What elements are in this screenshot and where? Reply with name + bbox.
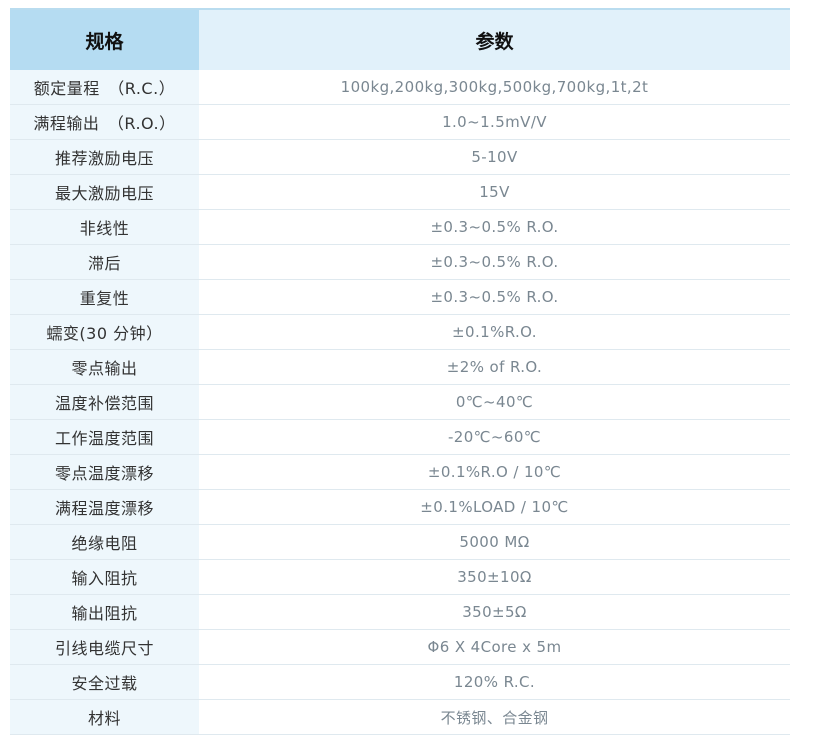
spec-value: ±0.3~0.5% R.O.: [199, 209, 790, 245]
spec-name: 推荐激励电压: [10, 139, 199, 175]
table-row: 工作温度范围 -20℃~60℃: [10, 419, 790, 455]
table-row: 滞后 ±0.3~0.5% R.O.: [10, 244, 790, 280]
spec-name: 满程温度漂移: [10, 489, 199, 525]
spec-value: 350±5Ω: [199, 594, 790, 630]
table-row: 材料 不锈钢、合金钢: [10, 699, 790, 735]
table-row: 最大激励电压 15V: [10, 174, 790, 210]
spec-name: 最大激励电压: [10, 174, 199, 210]
spec-value: -20℃~60℃: [199, 419, 790, 455]
spec-value: 0℃~40℃: [199, 384, 790, 420]
spec-name: 输入阻抗: [10, 559, 199, 595]
spec-value: 5-10V: [199, 139, 790, 175]
spec-name: 绝缘电阻: [10, 524, 199, 560]
table-row: 零点输出 ±2% of R.O.: [10, 349, 790, 385]
table-row: 非线性 ±0.3~0.5% R.O.: [10, 209, 790, 245]
header-param: 参数: [199, 8, 790, 70]
table-row: 引线电缆尺寸 Φ6 X 4Core x 5m: [10, 629, 790, 665]
spec-name: 重复性: [10, 279, 199, 315]
spec-value: 15V: [199, 174, 790, 210]
header-row: 规格 参数: [10, 8, 790, 70]
spec-table: 规格 参数 额定量程 （R.C.） 100kg,200kg,300kg,500k…: [10, 8, 790, 735]
spec-name: 输出阻抗: [10, 594, 199, 630]
table-row: 输入阻抗 350±10Ω: [10, 559, 790, 595]
spec-value: ±2% of R.O.: [199, 349, 790, 385]
table-row: 重复性 ±0.3~0.5% R.O.: [10, 279, 790, 315]
spec-name: 蠕变(30 分钟）: [10, 314, 199, 350]
table-row: 安全过载 120% R.C.: [10, 664, 790, 700]
header-spec: 规格: [10, 8, 199, 70]
table-row: 温度补偿范围 0℃~40℃: [10, 384, 790, 420]
spec-value: ±0.3~0.5% R.O.: [199, 279, 790, 315]
spec-name: 满程输出 （R.O.）: [10, 104, 199, 140]
table-header: 规格 参数: [10, 8, 790, 70]
table-row: 额定量程 （R.C.） 100kg,200kg,300kg,500kg,700k…: [10, 70, 790, 105]
spec-value: 120% R.C.: [199, 664, 790, 700]
spec-value: 350±10Ω: [199, 559, 790, 595]
spec-name: 材料: [10, 699, 199, 735]
spec-name: 温度补偿范围: [10, 384, 199, 420]
spec-value: ±0.1%LOAD / 10℃: [199, 489, 790, 525]
table-row: 蠕变(30 分钟） ±0.1%R.O.: [10, 314, 790, 350]
spec-name: 安全过载: [10, 664, 199, 700]
spec-name: 额定量程 （R.C.）: [10, 70, 199, 105]
table-row: 绝缘电阻 5000 MΩ: [10, 524, 790, 560]
table-row: 输出阻抗 350±5Ω: [10, 594, 790, 630]
spec-value: 100kg,200kg,300kg,500kg,700kg,1t,2t: [199, 70, 790, 105]
spec-name: 工作温度范围: [10, 419, 199, 455]
spec-value: 5000 MΩ: [199, 524, 790, 560]
spec-value: Φ6 X 4Core x 5m: [199, 629, 790, 665]
spec-value: ±0.1%R.O / 10℃: [199, 454, 790, 490]
spec-name: 非线性: [10, 209, 199, 245]
spec-name: 零点输出: [10, 349, 199, 385]
table-row: 零点温度漂移 ±0.1%R.O / 10℃: [10, 454, 790, 490]
table-body: 额定量程 （R.C.） 100kg,200kg,300kg,500kg,700k…: [10, 70, 790, 735]
table-row: 推荐激励电压 5-10V: [10, 139, 790, 175]
table-row: 满程温度漂移 ±0.1%LOAD / 10℃: [10, 489, 790, 525]
spec-value: 1.0~1.5mV/V: [199, 104, 790, 140]
table-row: 满程输出 （R.O.） 1.0~1.5mV/V: [10, 104, 790, 140]
spec-name: 引线电缆尺寸: [10, 629, 199, 665]
spec-value: 不锈钢、合金钢: [199, 699, 790, 735]
spec-value: ±0.3~0.5% R.O.: [199, 244, 790, 280]
spec-value: ±0.1%R.O.: [199, 314, 790, 350]
spec-name: 滞后: [10, 244, 199, 280]
spec-name: 零点温度漂移: [10, 454, 199, 490]
